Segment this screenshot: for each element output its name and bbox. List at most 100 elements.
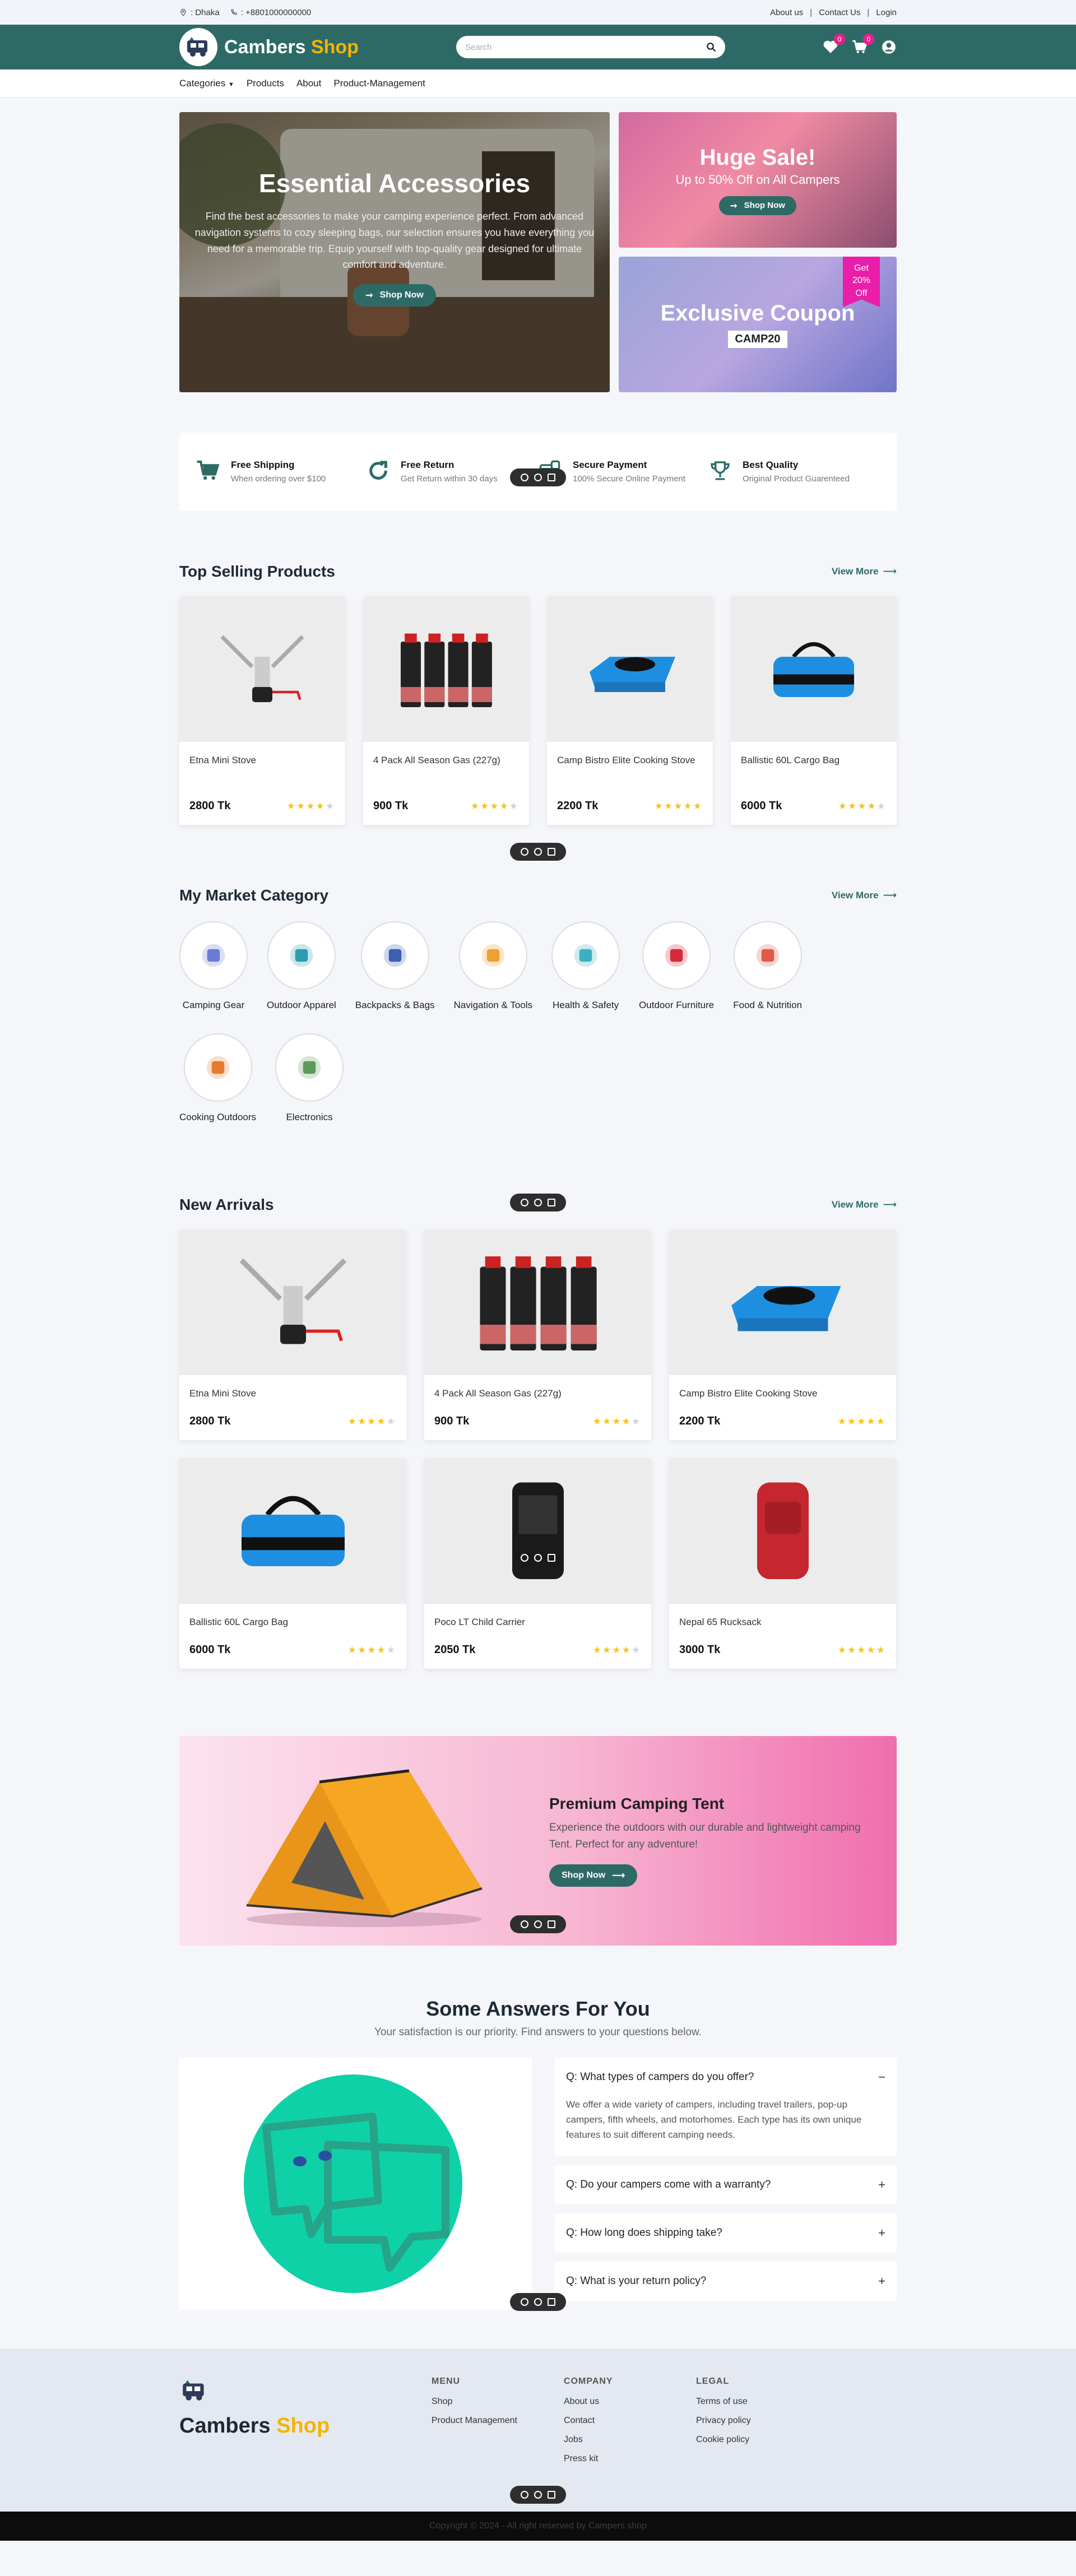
- backpack-icon[interactable]: [360, 921, 429, 990]
- product-card[interactable]: Etna Mini Stove 2800 Tk ★★★★★: [179, 1229, 406, 1440]
- product-name[interactable]: Nepal 65 Rucksack: [679, 1615, 886, 1630]
- product-image[interactable]: [179, 1229, 406, 1375]
- category-label[interactable]: Cooking Outdoors: [179, 1112, 256, 1123]
- brand-logo[interactable]: Cambers Shop: [179, 28, 359, 66]
- footer-link-cookie[interactable]: Cookie policy: [696, 2435, 828, 2445]
- login-link[interactable]: Login: [876, 8, 897, 17]
- category-label[interactable]: Food & Nutrition: [733, 1000, 802, 1011]
- account-button[interactable]: [881, 39, 897, 55]
- category-item[interactable]: Outdoor Furniture: [639, 921, 714, 1011]
- electronics-icon[interactable]: [275, 1033, 344, 1102]
- product-name[interactable]: Camp Bistro Elite Cooking Stove: [557, 753, 703, 768]
- cart-button[interactable]: 0: [852, 34, 874, 55]
- category-item[interactable]: Food & Nutrition: [733, 921, 802, 1011]
- product-image[interactable]: [547, 596, 713, 742]
- product-card[interactable]: Nepal 65 Rucksack 3000 Tk ★★★★★: [669, 1458, 896, 1669]
- category-label[interactable]: Outdoor Furniture: [639, 1000, 714, 1011]
- product-card[interactable]: Camp Bistro Elite Cooking Stove 2200 Tk ★★…: [547, 596, 713, 825]
- footer-link-jobs[interactable]: Jobs: [564, 2435, 696, 2445]
- sale-shop-now-button[interactable]: ➞ Shop Now: [719, 196, 796, 215]
- minus-icon[interactable]: −: [878, 2070, 885, 2085]
- product-image[interactable]: [363, 596, 529, 742]
- category-item[interactable]: Electronics: [275, 1033, 344, 1123]
- footer-link-about[interactable]: About us: [564, 2397, 696, 2407]
- floating-toolbar[interactable]: [510, 2293, 566, 2311]
- sale-banner[interactable]: Huge Sale! Up to 50% Off on All Campers …: [619, 112, 897, 248]
- view-more-link[interactable]: View More ⟶: [832, 1199, 897, 1210]
- footer-link-contact[interactable]: Contact: [564, 2416, 696, 2426]
- product-image[interactable]: [424, 1229, 651, 1375]
- product-name[interactable]: Camp Bistro Elite Cooking Stove: [679, 1386, 886, 1401]
- product-card[interactable]: Ballistic 60L Cargo Bag 6000 Tk ★★★★★: [731, 596, 897, 825]
- product-image[interactable]: [179, 596, 345, 742]
- faq-question[interactable]: Q: What types of campers do you offer? −: [555, 2058, 897, 2097]
- category-label[interactable]: Navigation & Tools: [454, 1000, 533, 1011]
- nav-about[interactable]: About: [296, 78, 321, 89]
- product-name[interactable]: 4 Pack All Season Gas (227g): [373, 753, 519, 768]
- product-card[interactable]: Etna Mini Stove 2800 Tk ★★★★★: [179, 596, 345, 825]
- product-image[interactable]: [669, 1229, 896, 1375]
- product-name[interactable]: Ballistic 60L Cargo Bag: [741, 753, 887, 768]
- nav-categories[interactable]: Categories ▼: [179, 78, 234, 89]
- product-image[interactable]: [731, 596, 897, 742]
- first-aid-icon[interactable]: [551, 921, 620, 990]
- search-input[interactable]: [465, 42, 706, 52]
- product-name[interactable]: Etna Mini Stove: [189, 753, 335, 768]
- plus-icon[interactable]: +: [878, 2226, 885, 2240]
- category-label[interactable]: Electronics: [286, 1112, 332, 1123]
- product-image[interactable]: [669, 1458, 896, 1604]
- floating-toolbar[interactable]: [510, 843, 566, 861]
- view-more-link[interactable]: View More ⟶: [832, 890, 897, 901]
- footer-link-privacy[interactable]: Privacy policy: [696, 2416, 828, 2426]
- search-icon[interactable]: [706, 42, 716, 52]
- category-item[interactable]: Cooking Outdoors: [179, 1033, 256, 1123]
- cooking-icon[interactable]: [183, 1033, 252, 1102]
- product-name[interactable]: 4 Pack All Season Gas (227g): [434, 1386, 641, 1401]
- product-name[interactable]: Poco LT Child Carrier: [434, 1615, 641, 1630]
- nav-products[interactable]: Products: [247, 78, 284, 89]
- category-label[interactable]: Outdoor Apparel: [267, 1000, 336, 1011]
- footer-link-terms[interactable]: Terms of use: [696, 2397, 828, 2407]
- tent-shop-now-button[interactable]: Shop Now ⟶: [549, 1864, 638, 1887]
- floating-toolbar[interactable]: [516, 1549, 560, 1567]
- category-item[interactable]: Backpacks & Bags: [355, 921, 435, 1011]
- coupon-code[interactable]: CAMP20: [728, 331, 787, 348]
- view-more-link[interactable]: View More ⟶: [832, 566, 897, 577]
- category-label[interactable]: Camping Gear: [183, 1000, 245, 1011]
- product-card[interactable]: 4 Pack All Season Gas (227g) 900 Tk ★★★★★: [363, 596, 529, 825]
- plus-icon[interactable]: +: [878, 2274, 885, 2289]
- faq-question[interactable]: Q: What is your return policy? +: [555, 2262, 897, 2301]
- compass-icon[interactable]: [458, 921, 527, 990]
- footer-brand[interactable]: Cambers Shop: [179, 2377, 432, 2473]
- product-image[interactable]: [179, 1458, 406, 1604]
- plus-icon[interactable]: +: [878, 2178, 885, 2192]
- food-icon[interactable]: [733, 921, 802, 990]
- gear-icon[interactable]: [179, 921, 248, 990]
- category-label[interactable]: Backpacks & Bags: [355, 1000, 435, 1011]
- product-name[interactable]: Etna Mini Stove: [189, 1386, 396, 1401]
- product-card[interactable]: 4 Pack All Season Gas (227g) 900 Tk ★★★★★: [424, 1229, 651, 1440]
- product-name[interactable]: Ballistic 60L Cargo Bag: [189, 1615, 396, 1630]
- category-item[interactable]: Camping Gear: [179, 921, 248, 1011]
- floating-toolbar[interactable]: [510, 2486, 566, 2504]
- chair-icon[interactable]: [642, 921, 711, 990]
- contact-us-link[interactable]: Contact Us: [819, 8, 860, 17]
- floating-toolbar[interactable]: [510, 468, 566, 486]
- apparel-icon[interactable]: [267, 921, 336, 990]
- footer-link-shop[interactable]: Shop: [432, 2397, 564, 2407]
- hero-shop-now-button[interactable]: ➞ Shop Now: [353, 284, 436, 307]
- footer-link-product-management[interactable]: Product Management: [432, 2416, 564, 2426]
- faq-question[interactable]: Q: How long does shipping take? +: [555, 2213, 897, 2253]
- product-card[interactable]: Ballistic 60L Cargo Bag 6000 Tk ★★★★★: [179, 1458, 406, 1669]
- floating-toolbar[interactable]: [510, 1915, 566, 1933]
- category-item[interactable]: Health & Safety: [551, 921, 620, 1011]
- footer-link-press[interactable]: Press kit: [564, 2454, 696, 2464]
- wishlist-button[interactable]: 0: [823, 34, 845, 55]
- faq-question[interactable]: Q: Do your campers come with a warranty?…: [555, 2165, 897, 2204]
- nav-product-management[interactable]: Product-Management: [333, 78, 425, 89]
- product-card[interactable]: Camp Bistro Elite Cooking Stove 2200 Tk ★★…: [669, 1229, 896, 1440]
- coupon-banner[interactable]: Get 20% Off Exclusive Coupon CAMP20: [619, 257, 897, 392]
- category-item[interactable]: Outdoor Apparel: [267, 921, 336, 1011]
- about-us-link[interactable]: About us: [770, 8, 803, 17]
- product-image[interactable]: [424, 1458, 651, 1604]
